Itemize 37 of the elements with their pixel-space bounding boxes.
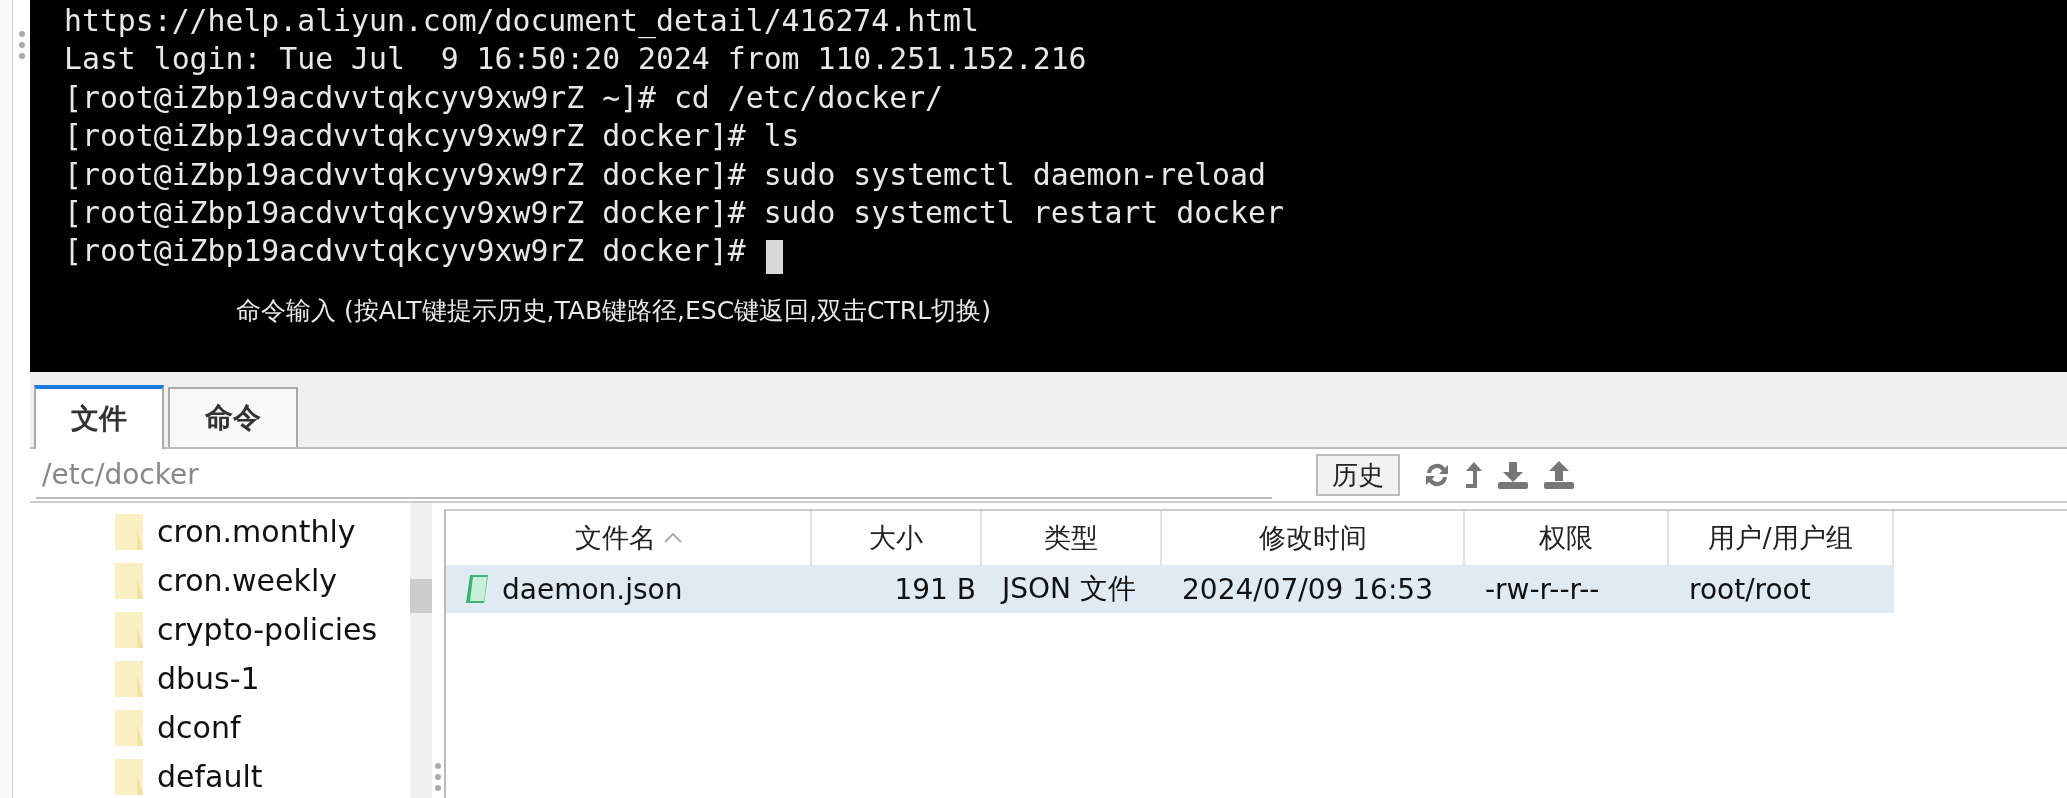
drag-handle-icon[interactable]	[434, 762, 442, 792]
folder-name[interactable]: dconf	[157, 710, 241, 745]
folder-name[interactable]: cron.weekly	[157, 563, 337, 598]
table-cell: 2024/07/09 16:53	[1182, 572, 1433, 606]
command-input-hint: 命令输入 (按ALT键提示历史,TAB键路径,ESC键返回,双击CTRL切换)	[236, 295, 991, 327]
folder-name[interactable]: default	[157, 759, 263, 794]
history-button[interactable]: 历史	[1316, 454, 1400, 496]
terminal-line: [root@iZbp19acdvvtqkcyv9xw9rZ docker]# sudo systemctl restart docker	[64, 193, 1284, 232]
terminal-line: Last login: Tue Jul 9 16:50:20 2024 from 110.251.152.216	[64, 40, 1087, 79]
upload-icon[interactable]	[1542, 460, 1576, 490]
terminal-line: [root@iZbp19acdvvtqkcyv9xw9rZ ~]# cd /etc/docker/	[64, 78, 944, 117]
folder-icon	[115, 660, 143, 697]
table-cell: 191 B	[894, 572, 976, 606]
terminal-line: [root@iZbp19acdvvtqkcyv9xw9rZ docker]# ls	[64, 117, 800, 156]
table-cell: daemon.json	[502, 572, 683, 606]
drag-handle-icon[interactable]	[17, 30, 26, 60]
download-icon[interactable]	[1496, 460, 1530, 490]
folder-name[interactable]: dbus-1	[157, 661, 260, 696]
table-cell: -rw-r--r--	[1485, 572, 1600, 606]
table-cell-text: JSON 文件	[1002, 571, 1136, 607]
text-cursor	[765, 239, 783, 274]
tab[interactable]: 文件	[34, 385, 164, 449]
folder-icon	[115, 709, 143, 746]
up-arrow-icon[interactable]	[1464, 460, 1484, 490]
folder-icon	[115, 611, 143, 648]
folder-icon	[115, 562, 143, 599]
folder-icon	[115, 513, 143, 550]
tab[interactable]: 命令	[168, 387, 298, 447]
folder-name[interactable]: crypto-policies	[157, 612, 378, 647]
folder-icon	[115, 758, 143, 795]
terminal-line: [root@iZbp19acdvvtqkcyv9xw9rZ docker]# sudo systemctl daemon-reload	[64, 155, 1266, 194]
terminal-line: [root@iZbp19acdvvtqkcyv9xw9rZ docker]#	[64, 232, 747, 271]
terminal-line: https://help.aliyun.com/document_detail/416274.html	[64, 2, 979, 41]
table-cell: root/root	[1689, 572, 1811, 606]
folder-name[interactable]: cron.monthly	[157, 514, 356, 549]
file-row[interactable]: daemon.json 191 B JSON 文件 2024/07/09 16:53 -rw-r--r-- root/root	[446, 565, 1894, 613]
scrollbar[interactable]	[410, 503, 432, 798]
